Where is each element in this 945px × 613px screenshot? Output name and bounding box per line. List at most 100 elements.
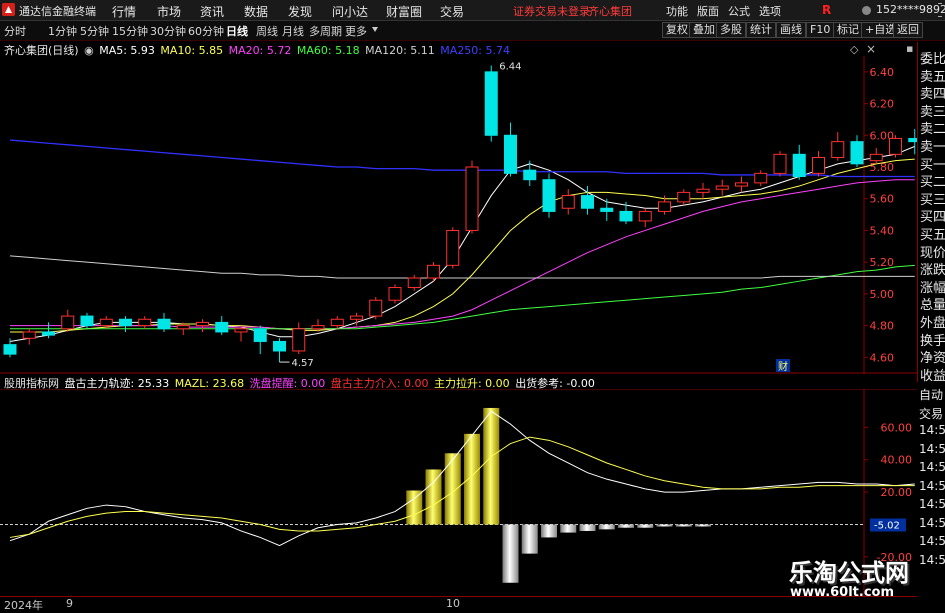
sellout-bar-32: [618, 524, 634, 528]
price-tick-label-3: 5.20: [870, 256, 895, 269]
indicator-chart[interactable]: 60.0040.0020.00-20.00-5.02: [0, 389, 917, 596]
sellout-bar-29: [560, 524, 577, 533]
sellout-bar-28: [541, 524, 557, 538]
tool-draw-button[interactable]: 画线: [776, 22, 806, 38]
side-button-4[interactable]: 卖二: [920, 118, 945, 137]
tick-time-0[interactable]: 自动: [919, 386, 943, 403]
tool-stats-button[interactable]: 统计: [746, 22, 776, 38]
tick-time-8[interactable]: 14:56: [919, 534, 945, 548]
menu-item-data[interactable]: 数据: [244, 3, 268, 20]
menu-item-market[interactable]: 市场: [157, 3, 181, 20]
tick-time-9[interactable]: 14:56: [919, 553, 945, 567]
app-title: 通达信金融终端: [19, 5, 96, 18]
period-weekly[interactable]: 周线: [256, 23, 278, 39]
menu-item-quotes[interactable]: 行情: [112, 3, 136, 20]
tick-time-1[interactable]: 交易: [919, 405, 943, 422]
tool-overlay-button[interactable]: 叠加: [689, 22, 719, 38]
user-account[interactable]: 152****9892: [876, 3, 945, 16]
side-button-9[interactable]: 买四: [920, 206, 945, 225]
watermark-title: 乐淘公式网: [789, 559, 909, 587]
period-15min[interactable]: 15分钟: [112, 23, 148, 39]
menu-item-wealth-circle[interactable]: 财富圈: [386, 3, 422, 20]
period-daily[interactable]: 日线: [226, 23, 248, 39]
candle-body-20: [388, 287, 402, 301]
period-30min[interactable]: 30分钟: [150, 23, 186, 39]
menu-item-news[interactable]: 资讯: [200, 3, 224, 20]
tick-time-5[interactable]: 14:56: [919, 479, 945, 493]
candle-body-7: [138, 318, 152, 327]
candlestick-chart[interactable]: 4.604.805.005.205.405.605.806.006.206.40…: [0, 56, 917, 374]
side-button-15[interactable]: 外盘: [920, 312, 945, 331]
period-intraday[interactable]: 分时: [4, 23, 26, 39]
tick-time-4[interactable]: 14:56: [919, 460, 945, 474]
trade-login-warning[interactable]: 证券交易未登录: [513, 3, 590, 19]
side-button-0[interactable]: 委比: [920, 48, 945, 67]
menu-item-discover[interactable]: 发现: [288, 3, 312, 20]
user-avatar-icon[interactable]: [862, 6, 871, 15]
indicator-tick-label-0: 60.00: [881, 421, 913, 434]
side-button-18[interactable]: 收益: [920, 365, 945, 384]
tick-time-3[interactable]: 14:56: [919, 442, 945, 456]
side-button-6[interactable]: 买一: [920, 154, 945, 173]
tool-back-button[interactable]: 返回: [893, 22, 923, 38]
side-button-17[interactable]: 净资: [920, 347, 945, 366]
candle-body-25: [484, 71, 498, 136]
price-tick-label-2: 5.00: [870, 288, 895, 301]
period-60min[interactable]: 60分钟: [188, 23, 224, 39]
tick-time-7[interactable]: 14:56: [919, 516, 945, 530]
side-button-16[interactable]: 换手: [920, 330, 945, 349]
menu-item-function[interactable]: 功能: [666, 3, 688, 19]
watermark-url: www.60lt.com: [790, 585, 895, 600]
settings-diamond-icon[interactable]: ◇: [850, 43, 858, 56]
side-button-5[interactable]: 卖一: [920, 136, 945, 155]
menu-item-formula[interactable]: 公式: [728, 3, 750, 19]
tool-mark-button[interactable]: 标记: [833, 22, 863, 38]
price-tick-label-4: 5.40: [870, 224, 895, 237]
tick-time-6[interactable]: 14:56: [919, 497, 945, 511]
window-control-icon[interactable]: [938, 3, 942, 17]
main-chart-legend: 齐心集团(日线) ◉ MA5: 5.93 MA10: 5.85 MA20: 5.…: [0, 42, 512, 57]
side-button-11[interactable]: 现价: [920, 242, 945, 261]
side-button-3[interactable]: 卖三: [920, 101, 945, 120]
tick-time-2[interactable]: 14:56: [919, 423, 945, 437]
price-tick-label-8: 6.20: [870, 98, 895, 111]
candle-body-32: [619, 210, 633, 222]
side-button-2[interactable]: 卖四: [920, 83, 945, 102]
period-1min[interactable]: 1分钟: [48, 23, 77, 39]
tool-multi-stock-button[interactable]: 多股: [716, 22, 746, 38]
candle-body-23: [446, 229, 460, 266]
sellout-bar-30: [579, 524, 596, 531]
tool-f10-button[interactable]: F10: [806, 22, 835, 38]
candle-body-18: [350, 315, 363, 320]
candle-body-14: [273, 340, 286, 352]
sellout-bar-35: [675, 524, 692, 527]
period-5min[interactable]: 5分钟: [80, 23, 109, 39]
price-tick-label-0: 4.60: [870, 351, 895, 364]
side-button-7[interactable]: 买二: [920, 171, 945, 190]
chevron-down-icon[interactable]: [372, 27, 378, 32]
side-button-13[interactable]: 涨幅: [920, 277, 945, 296]
side-button-12[interactable]: 涨跌: [920, 259, 945, 278]
menu-item-trade[interactable]: 交易: [440, 3, 464, 20]
period-multi[interactable]: 多周期: [309, 23, 342, 39]
side-button-10[interactable]: 买五: [920, 224, 945, 243]
menu-item-options[interactable]: 选项: [759, 3, 781, 19]
menu-item-layout[interactable]: 版面: [697, 3, 719, 19]
menu-item-ask-xiaoda[interactable]: 问小达: [332, 3, 368, 20]
close-icon[interactable]: ×: [866, 42, 876, 56]
period-more[interactable]: 更多: [345, 23, 367, 39]
quote-side-panel: 委比 卖五 卖四 卖三 卖二 卖一 买一 买二 买三 买四 买五 现价 涨跌 涨幅 总量 外盘 换手 净资 收益: [917, 42, 945, 384]
x-label-oct: 10: [446, 597, 460, 610]
period-monthly[interactable]: 月线: [282, 23, 304, 39]
candle-body-35: [677, 191, 691, 203]
candle-body-39: [754, 172, 768, 184]
stock-name-header: 齐心集团: [588, 5, 632, 18]
side-button-8[interactable]: 买三: [920, 189, 945, 208]
finance-badge: 财: [778, 360, 788, 373]
side-button-1[interactable]: 卖五: [920, 66, 945, 85]
side-button-14[interactable]: 总量: [920, 294, 945, 313]
tool-adjust-button[interactable]: 复权: [662, 22, 692, 38]
candle-body-40: [773, 153, 787, 174]
pin-icon[interactable]: ▪: [906, 42, 913, 55]
candle-body-8: [157, 318, 171, 330]
